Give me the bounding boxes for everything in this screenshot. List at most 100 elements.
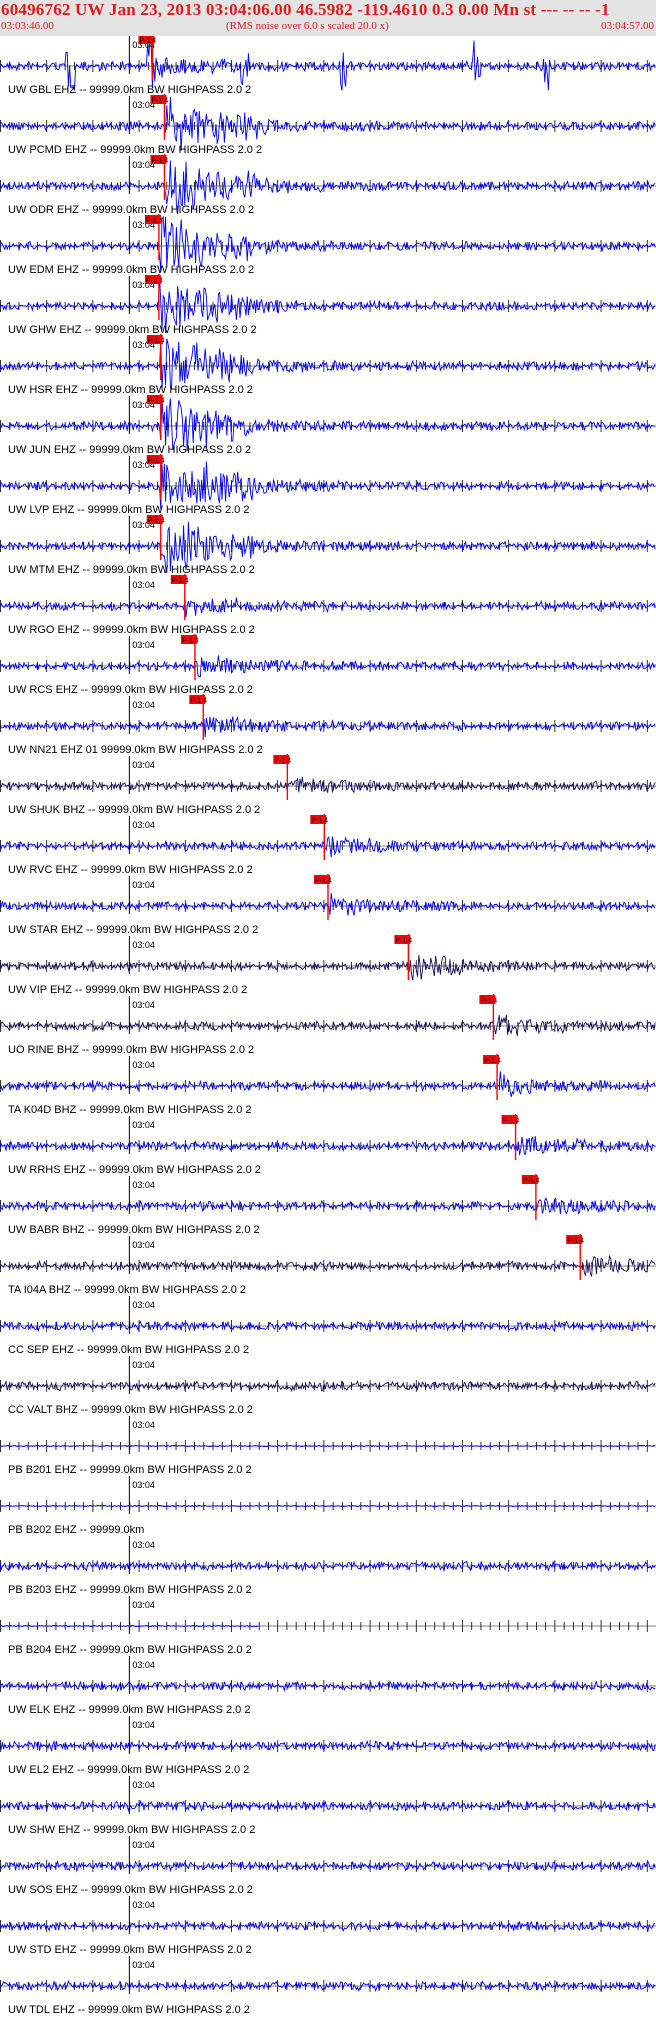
trace-row: 03:04 P-1.4 TA I04A BHZ -- 99999.0km BW HI… [0,1234,656,1296]
minute-label: 03:04 [132,1900,155,1910]
p-pick-label: P-1.4 [567,1238,584,1245]
waveform [0,96,656,151]
minute-label: 03:04 [132,700,155,710]
station-label: UW JUN EHZ -- 99999.0km BW HIGHPASS 2.0 … [8,444,251,456]
waveform [0,1135,656,1156]
p-pick-label: P-1.4 [395,938,412,945]
station-label: UW STD EHZ -- 99999.0km BW HIGHPASS 2.0 … [8,1944,252,1956]
seismogram-chart: 03:04 P-1.4 UW GBL EHZ -- 99999.0km BW HIG… [0,36,656,2016]
trace-row: 03:04 P-1.4 UW STAR EHZ -- 99999.0km BW HI… [0,874,656,936]
trace-row: 03:04P-1.4UW EDM EHZ -- 99999.0km BW HIG… [0,214,656,276]
minute-label: 03:04 [132,880,155,890]
trace-row: 03:04P-1.4UW HSR EHZ -- 99999.0km BW HIG… [0,334,656,396]
minute-label: 03:04 [132,1960,155,1970]
station-label: UW MTM EHZ -- 99999.0km BW HIGHPASS 2.0 … [8,564,255,576]
station-label: UO RINE BHZ -- 99999.0km BW HIGHPASS 2.0… [8,1044,254,1056]
minute-label: 03:04 [132,1420,155,1430]
station-label: UW HSR EHZ -- 99999.0km BW HIGHPASS 2.0 … [8,384,253,396]
minute-label: 03:04 [132,1000,155,1010]
station-label: UW GBL EHZ -- 99999.0km BW HIGHPASS 2.0 … [8,84,251,96]
p-pick-label: P-1.4 [274,758,291,765]
waveform [0,1254,656,1277]
station-label: UW ELK EHZ -- 99999.0km BW HIGHPASS 2.0 … [8,1704,250,1716]
waveform [0,776,656,794]
trace-row: 03:04P-1.4UW JUN EHZ -- 99999.0km BW HIG… [0,394,656,456]
p-pick-label: P-1.4 [148,518,165,525]
rms-note: (RMS noise over 6.0 s scaled 20.0 x) [226,20,389,32]
station-label: CC SEP EHZ -- 99999.0km BW HIGHPASS 2.0 … [8,1344,249,1356]
station-label: TA I04A BHZ -- 99999.0km BW HIGHPASS 2.0… [8,1284,246,1296]
station-label: PB B204 EHZ -- 99999.0km BW HIGHPASS 2.0… [8,1644,252,1656]
trace-row: 03:04 PB B202 EHZ -- 99999.0km [0,1476,656,1536]
p-pick-label: P-1.4 [315,878,332,885]
minute-label: 03:04 [132,1060,155,1070]
trace-row: 03:04 CC SEP EHZ -- 99999.0km BW HIGHPASS… [0,1296,656,1356]
trace-row: 03:04P-1.4UW GBL EHZ -- 99999.0km BW HIG… [0,36,656,96]
station-label: UW STAR EHZ -- 99999.0km BW HIGHPASS 2.0… [8,924,258,936]
minute-label: 03:04 [132,760,155,770]
waveform [0,1071,656,1098]
plot-header: 60496762 UW Jan 23, 2013 03:04:06.00 46.… [0,0,656,36]
station-label: UW PCMD EHZ -- 99999.0km BW HIGHPASS 2.0… [8,144,262,156]
waveform [0,397,656,452]
trace-row: 03:04 PB B203 EHZ -- 99999.0km BW HIGHPAS… [0,1536,656,1596]
minute-label: 03:04 [132,580,155,590]
station-label: UW NN21 EHZ 01 99999.0km BW HIGHPASS 2.0… [8,744,263,756]
trace-row: 03:04P-1.4UW MTM EHZ -- 99999.0km BW HIG… [0,514,656,576]
waveform [0,336,656,391]
p-pick-label: P-1.4 [148,338,165,345]
station-label: UW VIP EHZ -- 99999.0km BW HIGHPASS 2.0 … [8,984,247,996]
trace-row: 03:04P-1.4UW ODR EHZ -- 99999.0km BW HIG… [0,154,656,216]
minute-label: 03:04 [132,1480,155,1490]
station-label: UW SHW EHZ -- 99999.0km BW HIGHPASS 2.0 … [8,1824,255,1836]
minute-label: 03:04 [132,640,155,650]
event-title: 60496762 UW Jan 23, 2013 03:04:06.00 46.… [1,0,610,19]
station-label: PB B203 EHZ -- 99999.0km BW HIGHPASS 2.0… [8,1584,252,1596]
trace-row: 03:04 P-1.4 UW RGO EHZ -- 99999.0km BW HIG… [0,574,656,636]
trace-row: 03:04 UW SHW EHZ -- 99999.0km BW HIGHPASS… [0,1776,656,1836]
waveform [0,836,656,858]
p-pick-label: P-1.4 [484,1058,501,1065]
station-label: TA K04D BHZ -- 99999.0km BW HIGHPASS 2.0… [8,1104,252,1116]
station-label: UW BABR BHZ -- 99999.0km BW HIGHPASS 2.0… [8,1224,260,1236]
trace-row: 03:04 P-1.4 UW RCS EHZ -- 99999.0km BW HIG… [0,634,656,696]
trace-row: 03:04 CC VALT BHZ -- 99999.0km BW HIGHPAS… [0,1356,656,1416]
trace-row: 03:04 P-1.4 UW NN21 EHZ 01 99999.0km BW HI… [0,694,656,756]
end-time-label: 03:04:57.00 [601,20,654,32]
trace-row: 03:04 P-1.4 UW BABR BHZ -- 99999.0km BW HI… [0,1174,656,1236]
trace-row: 03:04P-1.4UW GHW EHZ -- 99999.0km BW HIG… [0,274,656,336]
waveform [0,1014,656,1037]
trace-row: 03:04 P-1.4 UW RVC EHZ -- 99999.0km BW HIG… [0,814,656,876]
trace-row: 03:04 P-1.4 UW SHUK BHZ -- 99999.0km BW HI… [0,754,656,816]
start-time-label: 03:03:46.00 [1,20,54,32]
trace-row: 03:04P-1.4UW LVP EHZ -- 99999.0km BW HIG… [0,454,656,516]
trace-row: 03:04 PB B201 EHZ -- 99999.0km BW HIGHPAS… [0,1416,656,1476]
station-label: PB B201 EHZ -- 99999.0km BW HIGHPASS 2.0… [8,1464,252,1476]
minute-label: 03:04 [132,1540,155,1550]
minute-label: 03:04 [132,820,155,830]
station-label: UW EDM EHZ -- 99999.0km BW HIGHPASS 2.0 … [8,264,254,276]
p-pick-label: P-1.4 [480,998,497,1005]
trace-row: 03:04 PB B204 EHZ -- 99999.0km BW HIGHPAS… [0,1596,656,1656]
station-label: UW RGO EHZ -- 99999.0km BW HIGHPASS 2.0 … [8,624,255,636]
p-pick-label: P-1.4 [182,638,199,645]
p-pick-label: P-1.4 [311,818,328,825]
p-pick-label: P-1.4 [172,578,189,585]
p-pick-label: P-1.4 [146,218,163,225]
station-label: UW RCS EHZ -- 99999.0km BW HIGHPASS 2.0 … [8,684,253,696]
minute-label: 03:04 [132,1120,155,1130]
trace-row: 03:04 UW SOS EHZ -- 99999.0km BW HIGHPASS… [0,1836,656,1896]
p-pick-label: P-1.4 [503,1118,520,1125]
station-label: UW EL2 EHZ -- 99999.0km BW HIGHPASS 2.0 … [8,1764,249,1776]
minute-label: 03:04 [132,1180,155,1190]
trace-row: 03:04P-1.4UW PCMD EHZ -- 99999.0km BW HI… [0,94,656,156]
waveform [0,461,656,510]
station-label: UW SOS EHZ -- 99999.0km BW HIGHPASS 2.0 … [8,1884,253,1896]
minute-label: 03:04 [132,940,155,950]
trace-row: 03:04 P-1.4 UO RINE BHZ -- 99999.0km BW HI… [0,994,656,1056]
minute-label: 03:04 [132,1780,155,1790]
station-label: PB B202 EHZ -- 99999.0km [8,1524,144,1536]
trace-row: 03:04 UW EL2 EHZ -- 99999.0km BW HIGHPASS… [0,1716,656,1776]
minute-label: 03:04 [132,1720,155,1730]
minute-label: 03:04 [132,1840,155,1850]
